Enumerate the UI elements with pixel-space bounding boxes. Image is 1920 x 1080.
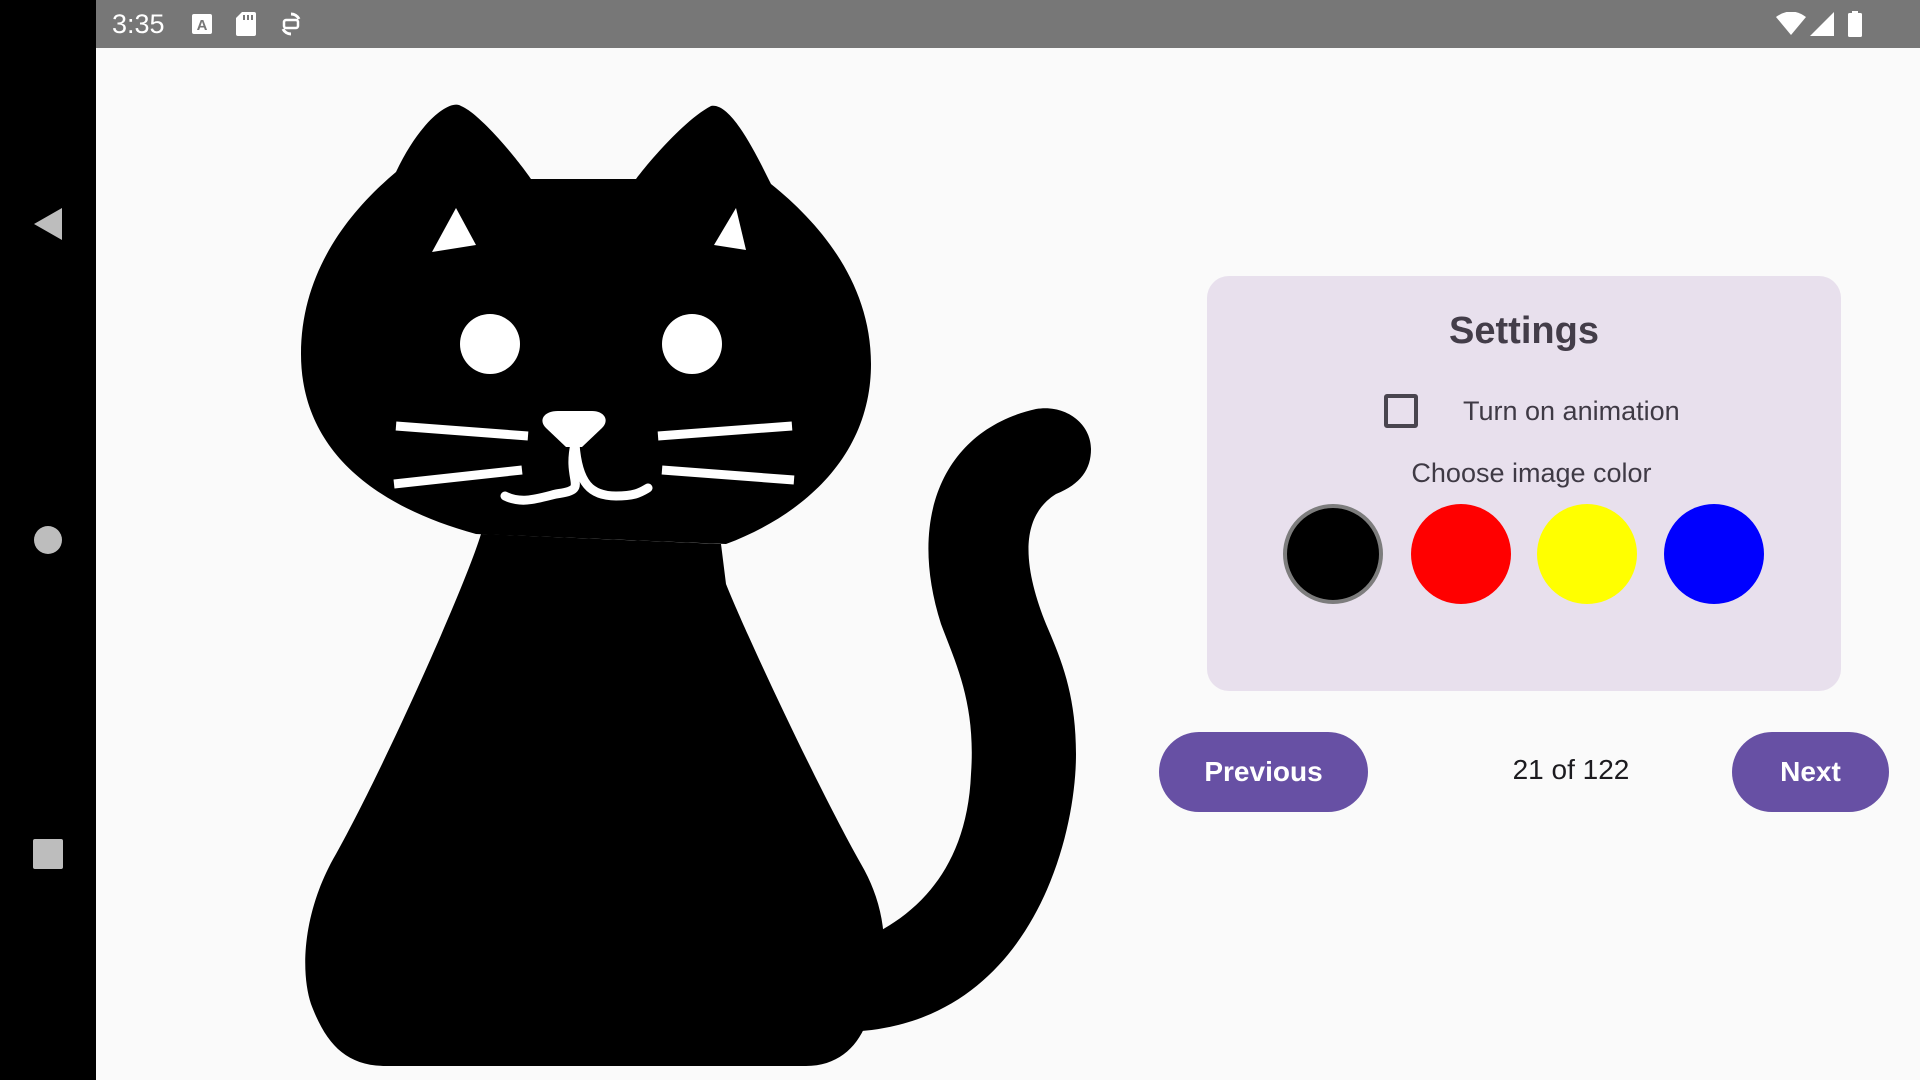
recents-button[interactable] xyxy=(24,830,72,878)
cat-image xyxy=(301,104,1091,1066)
settings-title: Settings xyxy=(1449,310,1599,352)
previous-button[interactable]: Previous xyxy=(1159,732,1368,812)
recents-icon xyxy=(33,839,63,869)
svg-text:A: A xyxy=(197,17,208,34)
font-download-icon: A xyxy=(192,12,212,36)
navigation-bar xyxy=(0,0,96,1080)
status-time: 3:35 xyxy=(112,9,165,39)
home-button[interactable] xyxy=(24,516,72,564)
color-swatch-black[interactable] xyxy=(1283,504,1383,604)
animation-toggle-row[interactable]: Turn on animation xyxy=(1384,390,1680,432)
wifi-icon xyxy=(1776,12,1806,36)
animation-label: Turn on animation xyxy=(1463,395,1680,426)
back-button[interactable] xyxy=(24,200,72,248)
color-swatch-yellow[interactable] xyxy=(1537,504,1637,604)
color-swatch-blue[interactable] xyxy=(1664,504,1764,604)
home-icon xyxy=(34,526,62,554)
back-icon xyxy=(34,208,62,240)
status-bar: 3:35 A xyxy=(96,0,1920,48)
color-label: Choose image color xyxy=(1411,458,1652,488)
battery-icon xyxy=(1848,11,1862,37)
page-indicator: 21 of 122 xyxy=(1512,754,1630,785)
sync-icon xyxy=(280,12,302,36)
color-swatch-red[interactable] xyxy=(1411,504,1511,604)
next-button[interactable]: Next xyxy=(1732,732,1889,812)
settings-card: Settings Turn on animation Choose image … xyxy=(1207,276,1841,691)
cell-signal-icon xyxy=(1810,12,1834,36)
color-swatches xyxy=(1207,504,1841,604)
animation-checkbox[interactable] xyxy=(1384,394,1418,428)
sd-card-icon xyxy=(236,12,256,36)
app-screen: Settings Turn on animation Choose image … xyxy=(96,48,1920,1080)
